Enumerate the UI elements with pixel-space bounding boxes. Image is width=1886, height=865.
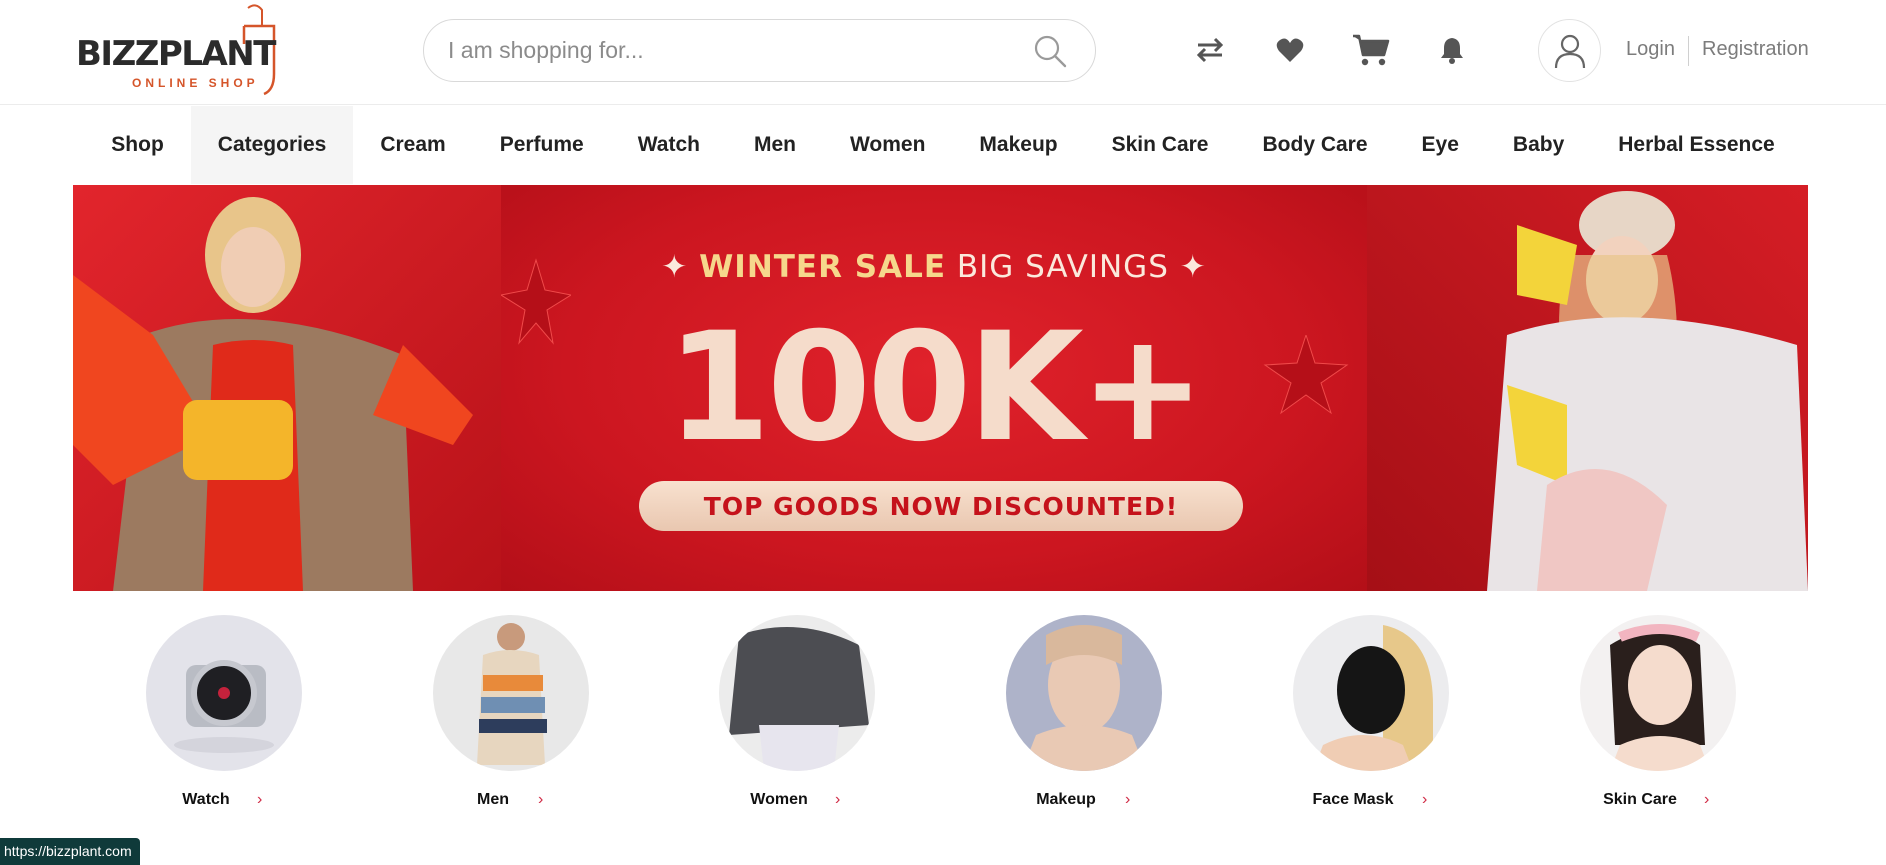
category-image-face-mask — [1293, 615, 1449, 771]
nav-item-herbal-essence[interactable]: Herbal Essence — [1591, 106, 1801, 184]
nav-item-categories[interactable]: Categories — [190, 106, 354, 184]
site-header: BIZZPLANT ONLINE SHOP Login Registration — [0, 0, 1886, 105]
login-link[interactable]: Login — [1626, 38, 1675, 61]
registration-link[interactable]: Registration — [1702, 38, 1809, 61]
nav-item-watch[interactable]: Watch — [611, 106, 727, 184]
search-bar — [423, 19, 1096, 82]
nav-item-baby[interactable]: Baby — [1486, 106, 1591, 184]
heart-icon[interactable] — [1270, 30, 1310, 70]
banner-headline: ✦ WINTER SALE BIG SAVINGS ✦ — [661, 249, 1207, 285]
nav-item-women[interactable]: Women — [823, 106, 952, 184]
nav-item-perfume[interactable]: Perfume — [473, 106, 611, 184]
chevron-right-icon: › — [1422, 791, 1428, 808]
category-card-face-mask[interactable]: Face Mask › — [1268, 615, 1449, 815]
logo[interactable]: BIZZPLANT ONLINE SHOP — [76, 4, 296, 96]
category-label: Watch — [182, 791, 230, 808]
nav-item-body-care[interactable]: Body Care — [1236, 106, 1395, 184]
chevron-right-icon: › — [257, 791, 263, 808]
banner-model-left — [73, 185, 501, 591]
category-card-makeup[interactable]: Makeup › — [981, 615, 1162, 815]
category-image-skin-care — [1580, 615, 1736, 771]
category-image-women — [719, 615, 875, 771]
banner-center: ✦ WINTER SALE BIG SAVINGS ✦ 100K+ TOP GO… — [501, 185, 1367, 591]
chevron-right-icon: › — [538, 791, 544, 808]
search-icon[interactable] — [1033, 34, 1067, 73]
nav-item-eye[interactable]: Eye — [1395, 106, 1486, 184]
banner-model-right — [1367, 185, 1808, 591]
category-label: Face Mask — [1312, 791, 1394, 808]
bell-icon[interactable] — [1432, 30, 1472, 70]
nav-item-shop[interactable]: Shop — [84, 106, 191, 184]
nav-item-cream[interactable]: Cream — [353, 106, 472, 184]
category-card-women[interactable]: Women › — [694, 615, 875, 815]
category-carousel: Watch › Men › Women › Makeup › Face Mask… — [0, 615, 1886, 815]
divider — [1688, 36, 1689, 66]
chevron-right-icon: › — [835, 791, 841, 808]
logo-tagline: ONLINE SHOP — [132, 76, 259, 90]
promo-banner[interactable]: ✦ WINTER SALE BIG SAVINGS ✦ 100K+ TOP GO… — [73, 185, 1808, 591]
banner-big-number: 100K+ — [666, 301, 1205, 475]
category-image-makeup — [1006, 615, 1162, 771]
search-input[interactable] — [448, 20, 1028, 81]
category-label: Men — [477, 791, 509, 808]
category-nav: Shop Categories Cream Perfume Watch Men … — [0, 106, 1886, 184]
chevron-right-icon: › — [1704, 791, 1710, 808]
user-icon[interactable] — [1538, 19, 1601, 82]
category-card-skin-care[interactable]: Skin Care › — [1555, 615, 1736, 815]
compare-icon[interactable] — [1190, 30, 1230, 70]
category-label: Skin Care — [1603, 791, 1677, 808]
nav-item-skin-care[interactable]: Skin Care — [1085, 106, 1236, 184]
banner-headline-highlight: WINTER SALE — [699, 249, 947, 285]
link-status-bar: https://bizzplant.com — [0, 838, 140, 865]
category-card-men[interactable]: Men › — [408, 615, 589, 815]
logo-wordmark: BIZZPLANT — [76, 34, 276, 74]
category-image-men — [433, 615, 589, 771]
nav-item-men[interactable]: Men — [727, 106, 823, 184]
nav-item-makeup[interactable]: Makeup — [952, 106, 1084, 184]
banner-pill: TOP GOODS NOW DISCOUNTED! — [639, 481, 1243, 531]
banner-headline-rest: BIG SAVINGS — [956, 249, 1169, 285]
category-image-watch — [146, 615, 302, 771]
category-card-watch[interactable]: Watch › — [121, 615, 302, 815]
cart-icon[interactable] — [1351, 30, 1391, 70]
chevron-right-icon: › — [1125, 791, 1131, 808]
